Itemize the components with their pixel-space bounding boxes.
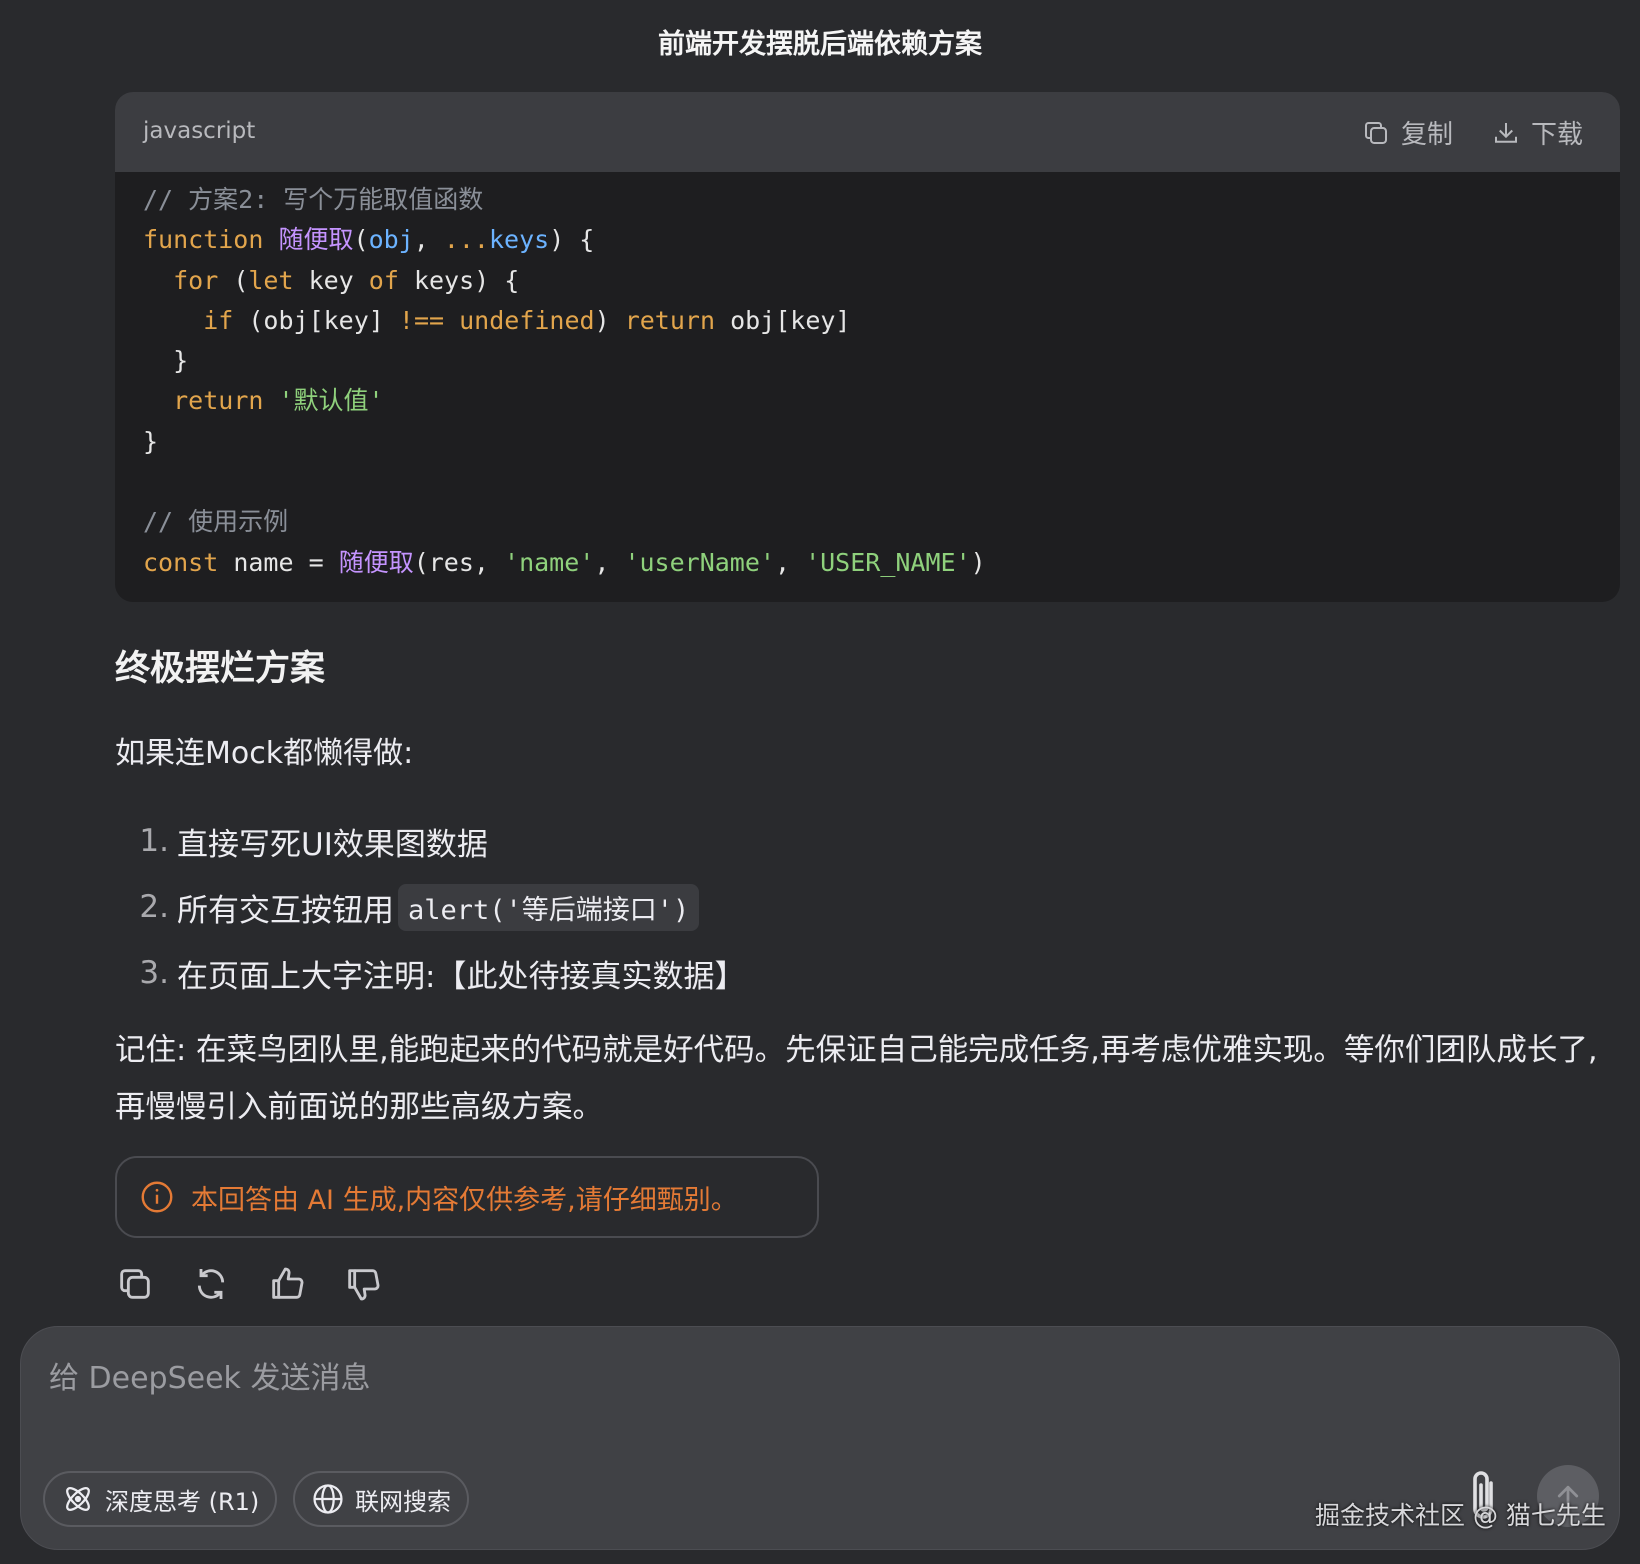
code-token: function (143, 225, 264, 255)
list-item: 1. 直接写死UI效果图数据 (115, 808, 745, 874)
code-line: const name = 随便取(res, 'name', 'userName'… (143, 548, 986, 577)
message-input[interactable] (47, 1349, 1551, 1407)
list-item-text: 在页面上大字注明:【此处待接真实数据】 (177, 958, 746, 995)
code-line: if (obj[key] !== undefined) return obj[k… (143, 306, 850, 335)
regenerate-button[interactable] (191, 1264, 231, 1304)
page-title: 前端开发摆脱后端依赖方案 (658, 29, 982, 60)
code-token: ) { (549, 225, 595, 255)
code-body: // 方案2: 写个万能取值函数 function 随便取(obj, ...ke… (115, 172, 1620, 583)
code-token: key (293, 265, 369, 295)
web-search-label: 联网搜索 (355, 1487, 451, 1516)
code-token: for (173, 265, 219, 295)
code-token: obj (368, 225, 414, 255)
code-token: // 使用示例 (143, 507, 289, 537)
code-token: ( (353, 225, 369, 255)
code-line: return '默认值' (143, 386, 384, 416)
code-token: } (143, 426, 159, 456)
code-token: ) (594, 305, 625, 335)
code-token: , (594, 547, 625, 577)
code-token: return (173, 386, 264, 416)
code-line: for (let key of keys) { (143, 266, 519, 295)
list-item: 3. 在页面上大字注明:【此处待接真实数据】 (115, 940, 745, 1006)
code-token: keys (488, 225, 550, 255)
copy-icon (1365, 121, 1387, 144)
copy-message-button[interactable] (115, 1264, 155, 1304)
intro-text: 如果连Mock都懒得做: (115, 736, 414, 771)
thumbs-down-icon (348, 1269, 380, 1301)
code-token: , (774, 547, 806, 577)
copy-code-button[interactable]: 复制 (1361, 114, 1453, 151)
code-token: (res, (413, 547, 505, 577)
ai-disclaimer: 本回答由 AI 生成,内容仅供参考,请仔细甄别。 (115, 1156, 819, 1238)
code-language-label: javascript (143, 118, 256, 144)
code-token: // 方案2: 写个万能取值函数 (143, 185, 484, 214)
inline-code: alert('等后端接口') (398, 883, 700, 931)
like-button[interactable] (267, 1264, 307, 1304)
code-token: undefined (459, 305, 595, 335)
code-token: (obj[key] (233, 305, 399, 335)
code-token: obj[key] (715, 305, 851, 335)
code-token: keys) { (398, 265, 520, 295)
dislike-button[interactable] (343, 1264, 383, 1304)
code-token: ... (443, 225, 489, 255)
code-token: 随便取 (278, 225, 354, 255)
globe-icon (313, 1484, 343, 1514)
deep-think-label: 深度思考 (R1) (105, 1487, 260, 1516)
download-code-button[interactable]: 下载 (1491, 114, 1583, 151)
ordered-list: 1. 直接写死UI效果图数据 2. 所有交互按钮用 alert('等后端接口')… (115, 808, 745, 1006)
code-token: if (203, 305, 234, 335)
code-token: return (624, 305, 716, 335)
code-token: 随便取 (338, 547, 414, 577)
watermark: 掘金技术社区 @ 猫七先生 (1315, 1501, 1606, 1530)
list-item-number: 2. (139, 889, 169, 925)
code-token: '默认值' (278, 386, 384, 416)
code-token: 'USER_NAME' (805, 547, 971, 577)
code-token: let (248, 265, 294, 295)
section-heading: 终极摆烂方案 (115, 649, 326, 689)
web-search-toggle[interactable]: 联网搜索 (293, 1471, 469, 1527)
ai-disclaimer-text: 本回答由 AI 生成,内容仅供参考,请仔细甄别。 (191, 1184, 738, 1216)
download-icon (1495, 122, 1517, 143)
code-block: javascript 复制 下载 // 方案2: 写个万能取值函数 functi… (115, 92, 1620, 602)
list-item-text: 所有交互按钮用 (177, 892, 394, 929)
download-code-label: 下载 (1531, 120, 1584, 150)
code-header: javascript 复制 下载 (115, 92, 1620, 172)
list-item-text: 直接写死UI效果图数据 (177, 826, 488, 863)
list-item: 2. 所有交互按钮用 alert('等后端接口') (115, 874, 745, 940)
code-token: 'userName' (624, 547, 775, 577)
code-line: // 使用示例 (143, 507, 288, 536)
code-token: , (413, 225, 444, 255)
code-line: } (143, 427, 158, 456)
atom-icon (66, 1487, 90, 1511)
list-item-number: 3. (139, 955, 169, 991)
code-token: ( (218, 265, 249, 295)
thumbs-up-icon (272, 1267, 304, 1299)
code-token: !== (398, 305, 445, 335)
code-token: const (143, 547, 219, 577)
code-line: function 随便取(obj, ...keys) { (143, 225, 594, 254)
code-token: } (143, 346, 189, 376)
refresh-icon (197, 1269, 225, 1299)
conclusion-text: 记住: 在菜鸟团队里,能跑起来的代码就是好代码。先保证自己能完成任务,再考虑优雅… (115, 1033, 1598, 1125)
copy-code-label: 复制 (1401, 120, 1454, 150)
code-token: 'name' (504, 547, 595, 577)
code-token: of (368, 265, 399, 295)
info-icon (141, 1181, 173, 1213)
code-line: } (143, 346, 188, 375)
deep-think-toggle[interactable]: 深度思考 (R1) (43, 1471, 278, 1527)
code-line: // 方案2: 写个万能取值函数 (143, 185, 483, 214)
code-token: ) (970, 547, 986, 577)
list-item-number: 1. (139, 823, 169, 859)
code-token: name = (218, 547, 339, 577)
copy-icon (120, 1269, 150, 1299)
message-actions (115, 1264, 383, 1304)
